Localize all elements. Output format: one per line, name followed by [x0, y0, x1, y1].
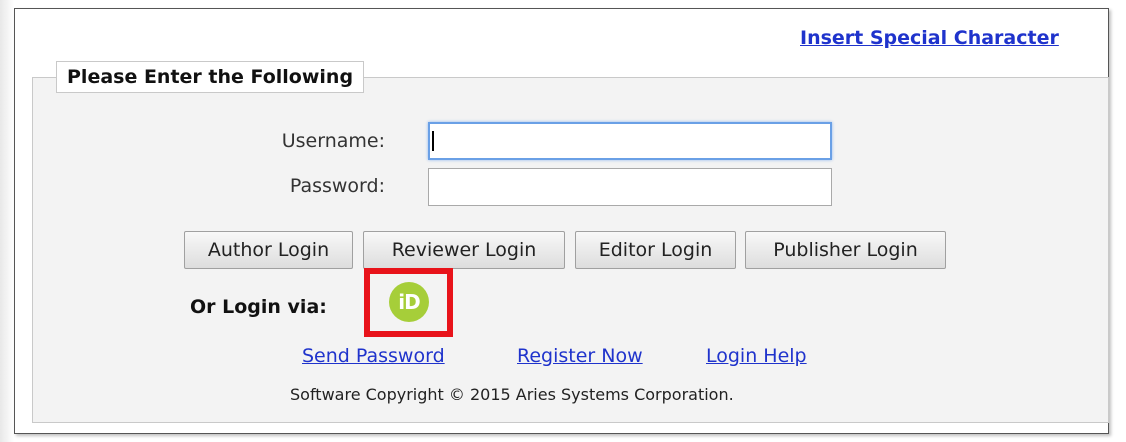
username-label: Username: [281, 130, 385, 152]
copyright-text: Software Copyright © 2015 Aries Systems … [290, 385, 734, 404]
orcid-icon: iD [389, 282, 429, 322]
send-password-link[interactable]: Send Password [302, 345, 445, 367]
or-login-via-label: Or Login via: [190, 296, 327, 318]
publisher-login-button[interactable]: Publisher Login [745, 231, 946, 269]
password-input[interactable] [428, 168, 832, 206]
fieldset-legend: Please Enter the Following [56, 61, 365, 93]
login-help-link[interactable]: Login Help [706, 345, 807, 367]
username-input[interactable] [428, 122, 832, 160]
insert-special-character-link[interactable]: Insert Special Character [800, 27, 1059, 49]
register-now-link[interactable]: Register Now [517, 345, 643, 367]
author-login-button[interactable]: Author Login [184, 231, 353, 269]
text-caret [432, 131, 434, 151]
editor-login-button[interactable]: Editor Login [575, 231, 736, 269]
password-label: Password: [289, 175, 385, 197]
orcid-login-button[interactable]: iD [364, 268, 453, 337]
page-edge-shadow [0, 0, 14, 442]
reviewer-login-button[interactable]: Reviewer Login [363, 231, 565, 269]
